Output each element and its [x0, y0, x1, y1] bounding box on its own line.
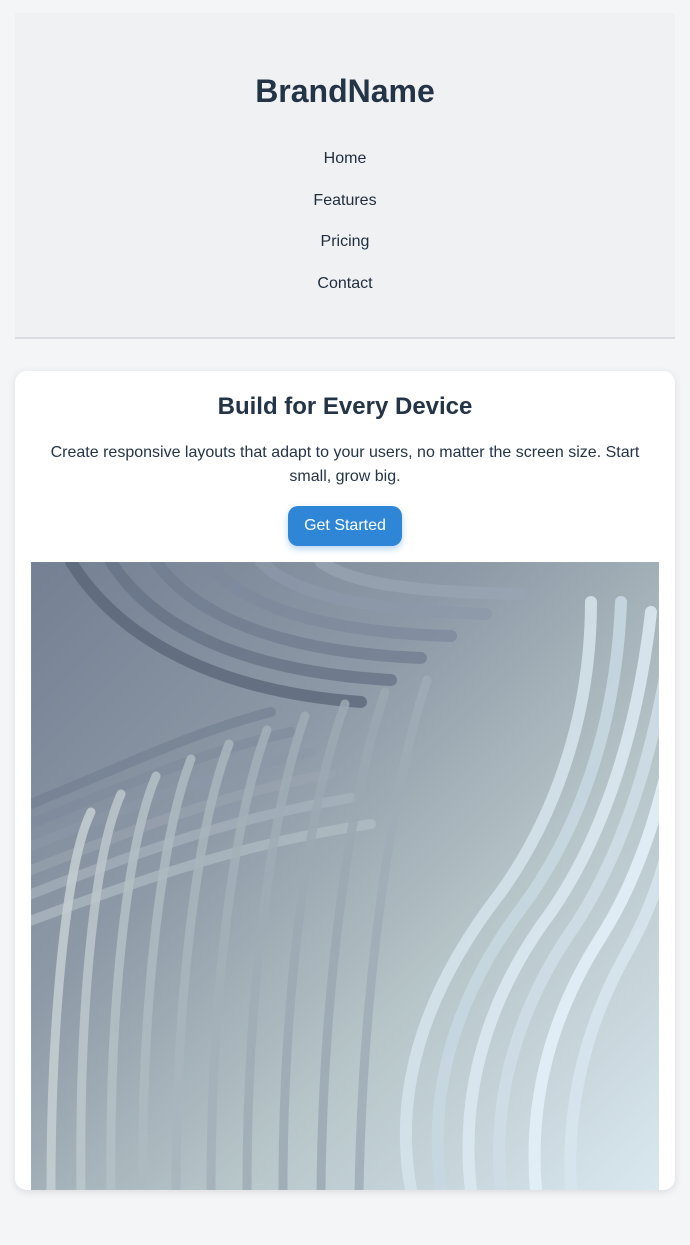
nav-link-contact[interactable]: Contact [15, 271, 675, 313]
site-header: BrandName Home Features Pricing Contact [15, 13, 675, 339]
hero-card: Build for Every Device Create responsive… [15, 371, 675, 1190]
main-nav: Home Features Pricing Contact [15, 146, 675, 312]
nav-link-pricing[interactable]: Pricing [15, 229, 675, 271]
nav-link-home[interactable]: Home [15, 146, 675, 188]
brand-logo-text[interactable]: BrandName [15, 71, 675, 111]
hero-image [31, 562, 659, 1190]
get-started-button[interactable]: Get Started [288, 506, 402, 546]
hero-title: Build for Every Device [217, 393, 473, 420]
hero-description: Create responsive layouts that adapt to … [50, 444, 640, 485]
nav-link-features[interactable]: Features [15, 188, 675, 230]
page: BrandName Home Features Pricing Contact … [0, 0, 690, 1245]
abstract-ribbon-image [31, 562, 659, 1190]
